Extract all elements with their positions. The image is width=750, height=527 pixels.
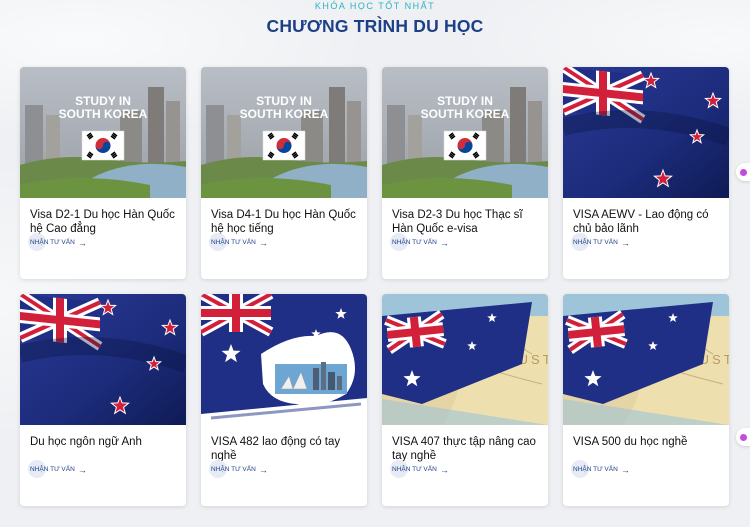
card-title[interactable]: VISA 407 thực tập nâng cao tay nghề	[382, 425, 548, 467]
program-card-aewv[interactable]: VISA AEWV - Lao động có chủ bảo lãnh NHẬ…	[563, 67, 729, 279]
card-title[interactable]: Du học ngôn ngữ Anh	[20, 425, 186, 467]
arrow-right-icon: →	[620, 464, 630, 475]
arrow-right-icon: →	[77, 464, 87, 475]
program-card-d4-1[interactable]: STUDY IN SOUTH KOREA Visa D4-1 Du học Hà…	[201, 67, 367, 279]
card-title[interactable]: VISA AEWV - Lao động có chủ bảo lãnh	[563, 198, 729, 240]
consult-button[interactable]: NHẬN TƯ VẤN →	[28, 233, 87, 251]
consult-button[interactable]: NHẬN TƯ VẤN →	[571, 233, 630, 251]
arrow-right-icon: →	[620, 237, 630, 248]
arrow-right-icon: →	[439, 464, 449, 475]
card-title[interactable]: VISA 500 du học nghề	[563, 425, 729, 467]
program-card-d2-3[interactable]: STUDY IN SOUTH KOREA Visa D2-3 Du học Th…	[382, 67, 548, 279]
arrow-right-icon: →	[258, 237, 268, 248]
program-card-482[interactable]: VISA 482 lao động có tay nghề NHẬN TƯ VẤ…	[201, 294, 367, 506]
svg-text:SOUTH KOREA: SOUTH KOREA	[421, 107, 510, 121]
consult-button[interactable]: NHẬN TƯ VẤN →	[28, 460, 87, 478]
program-card-d2-1[interactable]: STUDY IN SOUTH KOREA Visa D2-1 Du học Hà…	[20, 67, 186, 279]
arrow-right-icon: →	[77, 237, 87, 248]
study-in-korea-image[interactable]: STUDY IN SOUTH KOREA	[20, 67, 186, 198]
consult-button[interactable]: NHẬN TƯ VẤN →	[390, 233, 449, 251]
program-card-english[interactable]: Du học ngôn ngữ Anh NHẬN TƯ VẤN →	[20, 294, 186, 506]
svg-text:STUDY IN: STUDY IN	[256, 94, 312, 108]
australia-flag-map-image[interactable]: AUSTR	[563, 294, 729, 425]
floating-chat-icon[interactable]	[736, 428, 750, 446]
card-title[interactable]: Visa D2-3 Du học Thạc sĩ Hàn Quốc e-visa	[382, 198, 548, 240]
section-subtitle: KHÓA HỌC TỐT NHẤT	[314, 1, 436, 11]
svg-text:STUDY IN: STUDY IN	[75, 94, 131, 108]
arrow-right-icon: →	[258, 464, 268, 475]
new-zealand-flag-image[interactable]	[20, 294, 186, 425]
program-card-500[interactable]: AUSTR VISA 500 du học nghề NHẬN TƯ VẤN→	[563, 294, 729, 506]
section-title: CHƯƠNG TRÌNH DU HỌC	[266, 16, 484, 36]
australia-flag-map-image[interactable]: AUSTR	[382, 294, 548, 425]
svg-text:STUDY IN: STUDY IN	[437, 94, 493, 108]
card-title[interactable]: VISA 482 lao động có tay nghề	[201, 425, 367, 467]
new-zealand-flag-image[interactable]	[563, 67, 729, 198]
consult-button[interactable]: NHẬN TƯ VẤN →	[390, 460, 449, 478]
card-title[interactable]: Visa D2-1 Du học Hàn Quốc hệ Cao đẳng	[20, 198, 186, 240]
arrow-right-icon: →	[439, 237, 449, 248]
svg-text:SOUTH KOREA: SOUTH KOREA	[240, 107, 329, 121]
floating-chat-icon[interactable]	[736, 163, 750, 181]
study-in-korea-image[interactable]: STUDY IN SOUTH KOREA	[382, 67, 548, 198]
program-grid: STUDY IN SOUTH KOREA Visa D2-1 Du học Hà…	[20, 67, 729, 506]
consult-button[interactable]: NHẬN TƯ VẤN →	[209, 460, 268, 478]
section-header: KHÓA HỌC TỐT NHẤT CHƯƠNG TRÌNH DU HỌC	[0, 0, 750, 37]
study-in-korea-image[interactable]: STUDY IN SOUTH KOREA	[201, 67, 367, 198]
australia-sydney-image[interactable]	[201, 294, 367, 425]
card-title[interactable]: Visa D4-1 Du học Hàn Quốc hệ học tiếng	[201, 198, 367, 240]
program-card-407[interactable]: AUSTR VISA 407 thực tập nâng cao tay ngh…	[382, 294, 548, 506]
consult-button[interactable]: NHẬN TƯ VẤN →	[209, 233, 268, 251]
svg-text:SOUTH KOREA: SOUTH KOREA	[59, 107, 148, 121]
consult-button[interactable]: NHẬN TƯ VẤN →	[571, 460, 630, 478]
